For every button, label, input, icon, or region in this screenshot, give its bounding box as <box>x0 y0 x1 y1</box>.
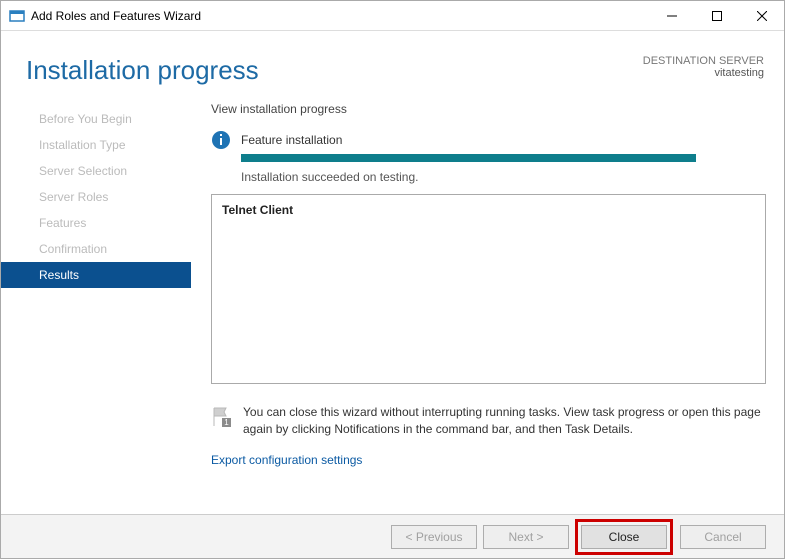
destination-server: DESTINATION SERVER vitatesting <box>643 55 764 86</box>
status-heading: Feature installation <box>241 133 342 147</box>
destination-name: vitatesting <box>643 67 764 79</box>
step-before-you-begin: Before You Begin <box>1 106 191 132</box>
close-button[interactable]: Close <box>581 525 667 549</box>
app-icon <box>9 8 25 24</box>
flag-icon: 1 <box>211 406 233 428</box>
maximize-button[interactable] <box>694 1 739 30</box>
step-server-selection: Server Selection <box>1 158 191 184</box>
progress-bar <box>241 154 696 162</box>
wizard-content: View installation progress Feature insta… <box>191 102 784 467</box>
status-message: Installation succeeded on testing. <box>241 170 766 184</box>
step-installation-type: Installation Type <box>1 132 191 158</box>
export-settings-link[interactable]: Export configuration settings <box>211 453 766 467</box>
step-server-roles: Server Roles <box>1 184 191 210</box>
wizard-sidebar: Before You Begin Installation Type Serve… <box>1 102 191 467</box>
results-box: Telnet Client <box>211 194 766 384</box>
window-title: Add Roles and Features Wizard <box>31 9 649 23</box>
note-text: You can close this wizard without interr… <box>243 404 766 439</box>
step-features: Features <box>1 210 191 236</box>
content-subtitle: View installation progress <box>211 102 766 116</box>
minimize-button[interactable] <box>649 1 694 30</box>
wizard-header: Installation progress DESTINATION SERVER… <box>1 31 784 92</box>
close-window-button[interactable] <box>739 1 784 30</box>
info-icon <box>211 130 231 150</box>
svg-text:1: 1 <box>224 418 229 427</box>
step-results[interactable]: Results <box>1 262 191 288</box>
titlebar: Add Roles and Features Wizard <box>1 1 784 31</box>
wizard-footer: < Previous Next > Close Cancel <box>1 514 784 558</box>
page-title: Installation progress <box>26 55 643 86</box>
step-confirmation: Confirmation <box>1 236 191 262</box>
cancel-button: Cancel <box>680 525 766 549</box>
next-button: Next > <box>483 525 569 549</box>
destination-label: DESTINATION SERVER <box>643 55 764 67</box>
close-highlight: Close <box>575 519 673 555</box>
result-item: Telnet Client <box>222 203 755 217</box>
previous-button: < Previous <box>391 525 477 549</box>
